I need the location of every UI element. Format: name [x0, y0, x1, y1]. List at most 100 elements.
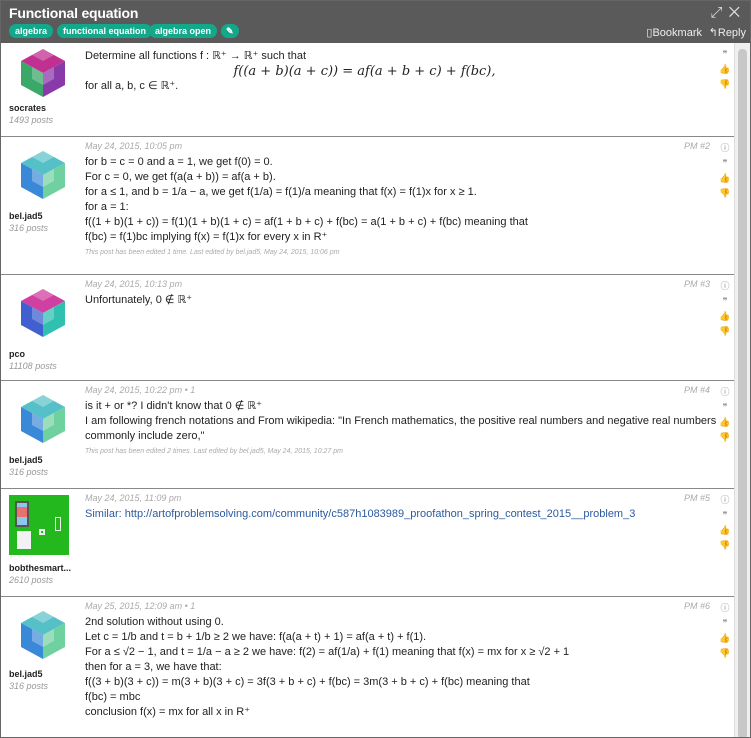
info-icon[interactable]: ⓘ [718, 279, 732, 294]
post-line: Determine all functions f : ℝ⁺ → ℝ⁺ such… [85, 50, 307, 62]
post-line: for a = 1: [85, 201, 129, 213]
edit-note: This post has been edited 1 time. Last e… [85, 249, 340, 256]
pm-link[interactable]: PM #5 [684, 493, 710, 503]
dislike-icon[interactable]: 👎 [718, 538, 732, 553]
quote-icon[interactable]: ❞ [718, 47, 732, 62]
avatar-figure [39, 529, 45, 535]
post-count: 316 posts [9, 467, 49, 477]
post-count: 11108 posts [9, 361, 57, 371]
post-line: for all a, b, c ∈ ℝ⁺. [85, 80, 179, 92]
post-date: May 24, 2015, 11:09 pm [85, 493, 182, 503]
post-line: f((3 + b)(3 + c)) = m(3 + b)(3 + c) = 3f… [85, 676, 530, 688]
info-icon[interactable]: ⓘ [718, 493, 732, 508]
dislike-icon[interactable]: 👎 [718, 324, 732, 339]
post-6: bel.jad5 316 posts May 25, 2015, 12:09 a… [1, 597, 734, 737]
post-4: bel.jad5 316 posts May 24, 2015, 10:22 p… [1, 381, 734, 489]
post-5: bobthesmart... 2610 posts May 24, 2015, … [1, 489, 734, 597]
info-icon[interactable]: ⓘ [718, 141, 732, 156]
post-author[interactable]: socrates [9, 103, 46, 113]
post-line: f(bc) = mbc [85, 691, 141, 703]
post-line: f((1 + b)(1 + c)) = f(1)(1 + b)(1 + c) =… [85, 216, 528, 228]
post-date: May 24, 2015, 10:05 pm [85, 141, 183, 151]
dislike-icon[interactable]: 👎 [718, 646, 732, 661]
post-toolbar[interactable]: ⓘ ❞ 👍 👎 [718, 279, 732, 339]
edit-note: This post has been edited 2 times. Last … [85, 448, 343, 455]
post-line: then for a = 3, we have that: [85, 661, 222, 673]
pm-link[interactable]: PM #6 [684, 601, 710, 611]
post-date: May 24, 2015, 10:22 pm • 1 [85, 385, 196, 395]
scrollbar-thumb[interactable] [738, 49, 747, 737]
quote-icon[interactable]: ❞ [718, 508, 732, 523]
like-icon[interactable]: 👍 [718, 62, 732, 77]
post-author[interactable]: pco [9, 349, 25, 359]
dislike-icon[interactable]: 👎 [718, 430, 732, 445]
like-icon[interactable]: 👍 [718, 171, 732, 186]
post-toolbar[interactable]: ⓘ ❞ 👍 👎 [718, 601, 732, 661]
window-controls[interactable]: ⤢✕ [711, 4, 746, 21]
like-icon[interactable]: 👍 [718, 523, 732, 538]
post-line: For c = 0, we get f(a(a + b)) = af(a + b… [85, 171, 276, 183]
quote-icon[interactable]: ❞ [718, 156, 732, 171]
avatar-figure [17, 507, 27, 517]
dislike-icon[interactable]: 👎 [718, 77, 732, 92]
dislike-icon[interactable]: 👎 [718, 186, 732, 201]
close-icon[interactable]: ✕ [729, 4, 746, 21]
like-icon[interactable]: 👍 [718, 631, 732, 646]
post-toolbar[interactable]: ❞ 👍 👎 [718, 47, 732, 92]
bookmark-label: Bookmark [652, 27, 702, 39]
avatar-pco [21, 289, 65, 337]
avatar-bel-jad5 [21, 611, 65, 659]
post-toolbar[interactable]: ⓘ ❞ 👍 👎 [718, 141, 732, 201]
like-icon[interactable]: 👍 [718, 309, 732, 324]
quote-icon[interactable]: ❞ [718, 400, 732, 415]
forum-window: Functional equation algebra functional e… [0, 0, 751, 738]
info-icon[interactable]: ⓘ [718, 601, 732, 616]
avatar-bobthesmart [9, 495, 69, 555]
avatar-socrates [21, 49, 65, 97]
avatar-figure [55, 517, 61, 531]
post-body: is it + or *? I didn't know that 0 ∉ ℝ⁺ … [85, 399, 717, 459]
post-1: socrates 1493 posts Determine all functi… [1, 43, 734, 137]
post-author[interactable]: bel.jad5 [9, 455, 43, 465]
post-body: Determine all functions f : ℝ⁺ → ℝ⁺ such… [85, 49, 644, 94]
post-line: 2nd solution without using 0. [85, 616, 224, 628]
post-toolbar[interactable]: ⓘ ❞ 👍 👎 [718, 493, 732, 553]
info-icon[interactable]: ⓘ [718, 385, 732, 400]
quote-icon[interactable]: ❞ [718, 616, 732, 631]
post-line: for b = c = 0 and a = 1, we get f(0) = 0… [85, 156, 273, 168]
post-author[interactable]: bel.jad5 [9, 669, 43, 679]
pm-link[interactable]: PM #3 [684, 279, 710, 289]
tag-functional-equation[interactable]: functional equation [57, 24, 152, 38]
post-line: for a ≤ 1, and b = 1/a − a, we get f(1/a… [85, 186, 477, 198]
post-line: conclusion f(x) = mx for all x in R⁺ [85, 706, 251, 718]
post-body: for b = c = 0 and a = 1, we get f(0) = 0… [85, 155, 644, 260]
topic-title: Functional equation [9, 5, 139, 21]
post-author[interactable]: bobthesmart... [9, 563, 71, 573]
reply-button[interactable]: ↰Reply [709, 26, 746, 39]
quote-icon[interactable]: ❞ [718, 294, 732, 309]
bookmark-button[interactable]: ▯Bookmark [646, 26, 702, 39]
reply-icon: ↰ [708, 27, 718, 39]
post-author[interactable]: bel.jad5 [9, 211, 43, 221]
pm-link[interactable]: PM #4 [684, 385, 710, 395]
post-count: 2610 posts [9, 575, 54, 585]
post-3: pco 11108 posts May 24, 2015, 10:13 pm P… [1, 275, 734, 381]
post-line: Unfortunately, 0 ∉ ℝ⁺ [85, 294, 193, 306]
post-line: commonly include zero," [85, 430, 205, 442]
pencil-icon[interactable]: ✎ [221, 24, 239, 38]
scrollbar[interactable] [734, 43, 750, 737]
tag-algebra-open[interactable]: algebra open [149, 24, 218, 38]
post-toolbar[interactable]: ⓘ ❞ 👍 👎 [718, 385, 732, 445]
tag-algebra[interactable]: algebra [9, 24, 54, 38]
pm-link[interactable]: PM #2 [684, 141, 710, 151]
fullscreen-icon[interactable]: ⤢ [711, 4, 729, 21]
post-equation: f((a + b)(a + c)) = af(a + b + c) + f(bc… [233, 64, 496, 79]
avatar-bel-jad5 [21, 151, 65, 199]
post-link[interactable]: Similar: http://artofproblemsolving.com/… [85, 507, 674, 522]
post-line: Let c = 1/b and t = b + 1/b ≥ 2 we have:… [85, 631, 427, 643]
like-icon[interactable]: 👍 [718, 415, 732, 430]
post-line: I am following french notations and From… [85, 415, 717, 427]
post-date: May 25, 2015, 12:09 am • 1 [85, 601, 196, 611]
post-count: 1493 posts [9, 115, 54, 125]
avatar-figure [17, 531, 31, 549]
